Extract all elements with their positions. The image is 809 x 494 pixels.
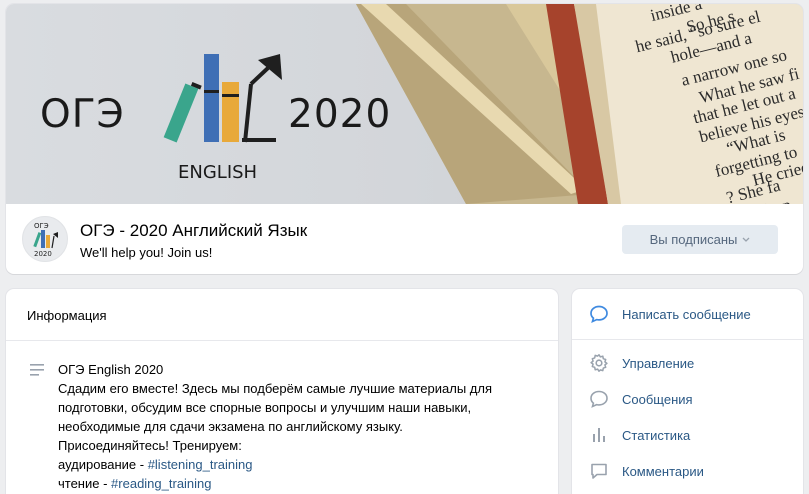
description-line: аудирование - #listening_training — [58, 457, 253, 472]
gear-icon — [589, 353, 609, 373]
info-description: ОГЭ English 2020 Сдадим его вместе! Здес… — [6, 341, 558, 493]
sidebar-item-manage[interactable]: Управление — [589, 352, 694, 374]
group-name: ОГЭ - 2020 Английский Язык — [80, 221, 308, 240]
cover-image: inside a So he s he said, “so sure el ho… — [6, 4, 803, 204]
sidebar-item-comments[interactable]: Комментарии — [589, 460, 704, 482]
sidebar-item-messages[interactable]: Сообщения — [589, 388, 693, 410]
logo-title-left: ОГЭ — [40, 92, 125, 137]
description-line: Сдадим его вместе! Здесь мы подберём сам… — [58, 381, 493, 396]
sidebar-divider — [572, 339, 803, 340]
hashtag-link-reading[interactable]: #reading_training — [111, 476, 211, 491]
sidebar-item-statistics[interactable]: Статистика — [589, 424, 690, 446]
group-avatar[interactable]: ОГЭ 2020 — [22, 216, 68, 262]
info-card-title: Информация — [6, 289, 558, 341]
group-status: We'll help you! Join us! — [80, 245, 213, 260]
text-lines-icon — [30, 364, 44, 376]
logo-subtitle: ENGLISH — [178, 162, 258, 183]
description-line: подготовки, обсудим все спорные вопросы … — [58, 400, 472, 415]
group-profile-row: ОГЭ 2020 ОГЭ - 2020 Английский Язык We'l… — [6, 204, 803, 274]
logo-title-right: 2020 — [288, 92, 392, 137]
bar-chart-icon — [589, 425, 609, 445]
message-bubble-icon — [589, 389, 609, 409]
description-line: необходимые для сдачи экзамена по англий… — [58, 419, 403, 434]
hashtag-link-listening[interactable]: #listening_training — [148, 457, 253, 472]
description-line: Присоединяйтесь! Тренируем: — [58, 438, 242, 453]
subscribed-button-label: Вы подписаны — [649, 232, 738, 247]
message-bubble-icon — [589, 304, 609, 324]
chevron-down-icon — [742, 237, 750, 242]
group-header-card: inside a So he s he said, “so sure el ho… — [6, 4, 803, 274]
comment-icon — [589, 461, 609, 481]
description-line: чтение - #reading_training — [58, 476, 212, 491]
info-card: Информация ОГЭ English 2020 Сдадим его в… — [6, 289, 558, 494]
book-text-page: inside a So he s he said, “so sure el ho… — [633, 4, 803, 204]
description-line: ОГЭ English 2020 — [58, 362, 164, 377]
group-actions-sidebar: Написать сообщение Управление Сообщения … — [572, 289, 803, 494]
subscribed-button[interactable]: Вы подписаны — [622, 225, 778, 254]
write-message-button[interactable]: Написать сообщение — [589, 303, 751, 325]
books-lamp-logo — [163, 54, 282, 143]
